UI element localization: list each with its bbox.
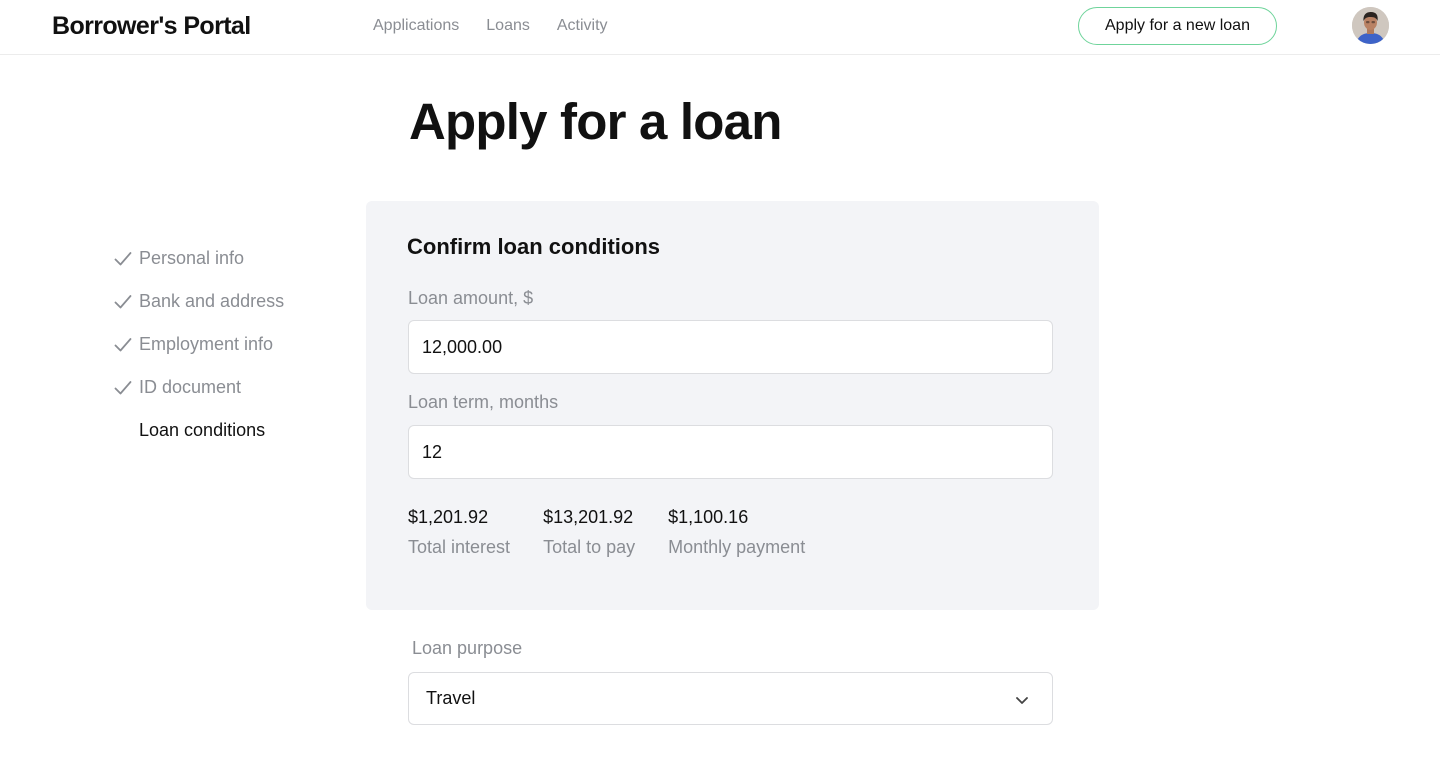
loan-term-value: 12 <box>422 441 443 462</box>
loan-amount-label: Loan amount, $ <box>408 288 534 308</box>
loan-term-label: Loan term, months <box>408 392 559 412</box>
user-avatar-icon <box>1352 7 1389 44</box>
nav-loans[interactable]: Loans <box>486 16 530 36</box>
apply-new-loan-button[interactable]: Apply for a new loan <box>1078 7 1277 45</box>
step-employment-info[interactable]: Employment info <box>113 323 284 366</box>
loan-amount-value: 12,000.00 <box>422 336 503 357</box>
step-loan-conditions[interactable]: Loan conditions <box>113 409 284 452</box>
loan-purpose-label: Loan purpose <box>412 638 523 658</box>
summary-total-interest: $1,201.92 Total interest <box>408 506 510 558</box>
nav-activity[interactable]: Activity <box>557 16 608 36</box>
monthly-payment-value: $1,100.16 <box>668 507 749 527</box>
step-label: Loan conditions <box>139 420 266 440</box>
total-interest-caption: Total interest <box>408 537 511 557</box>
nav-applications[interactable]: Applications <box>373 16 459 36</box>
page: Borrower's Portal Applications Loans Act… <box>0 0 1440 773</box>
total-to-pay-value: $13,201.92 <box>543 507 634 527</box>
step-label: ID document <box>139 377 242 397</box>
monthly-payment-caption: Monthly payment <box>668 537 806 557</box>
card-title: Confirm loan conditions <box>407 234 660 259</box>
loan-summary: $1,201.92 Total interest $13,201.92 Tota… <box>408 506 838 558</box>
total-to-pay-caption: Total to pay <box>543 537 636 557</box>
check-icon <box>114 380 132 394</box>
step-list: Personal info Bank and address Employmen… <box>113 237 284 452</box>
main-nav: Applications Loans Activity <box>373 16 608 36</box>
loan-term-input[interactable]: 12 <box>408 425 1053 479</box>
loan-purpose-value: Travel <box>426 688 476 708</box>
step-label: Employment info <box>139 334 274 354</box>
step-personal-info[interactable]: Personal info <box>113 237 284 280</box>
check-icon <box>114 294 132 308</box>
step-id-document[interactable]: ID document <box>113 366 284 409</box>
loan-conditions-card: Confirm loan conditions Loan amount, $ 1… <box>366 201 1099 610</box>
chevron-down-icon <box>1016 697 1028 704</box>
loan-purpose-select[interactable]: Travel <box>408 672 1053 725</box>
step-bank-and-address[interactable]: Bank and address <box>113 280 284 323</box>
summary-monthly-payment: $1,100.16 Monthly payment <box>668 506 805 558</box>
check-icon <box>114 337 132 351</box>
summary-total-to-pay: $13,201.92 Total to pay <box>543 506 635 558</box>
step-label: Personal info <box>139 248 245 268</box>
logo[interactable]: Borrower's Portal <box>52 12 251 41</box>
avatar[interactable] <box>1352 7 1389 44</box>
top-bar: Borrower's Portal Applications Loans Act… <box>0 0 1440 55</box>
total-interest-value: $1,201.92 <box>408 507 489 527</box>
step-label: Bank and address <box>139 291 285 311</box>
check-icon <box>114 251 132 265</box>
page-title: Apply for a loan <box>409 93 782 150</box>
loan-amount-input[interactable]: 12,000.00 <box>408 320 1053 374</box>
